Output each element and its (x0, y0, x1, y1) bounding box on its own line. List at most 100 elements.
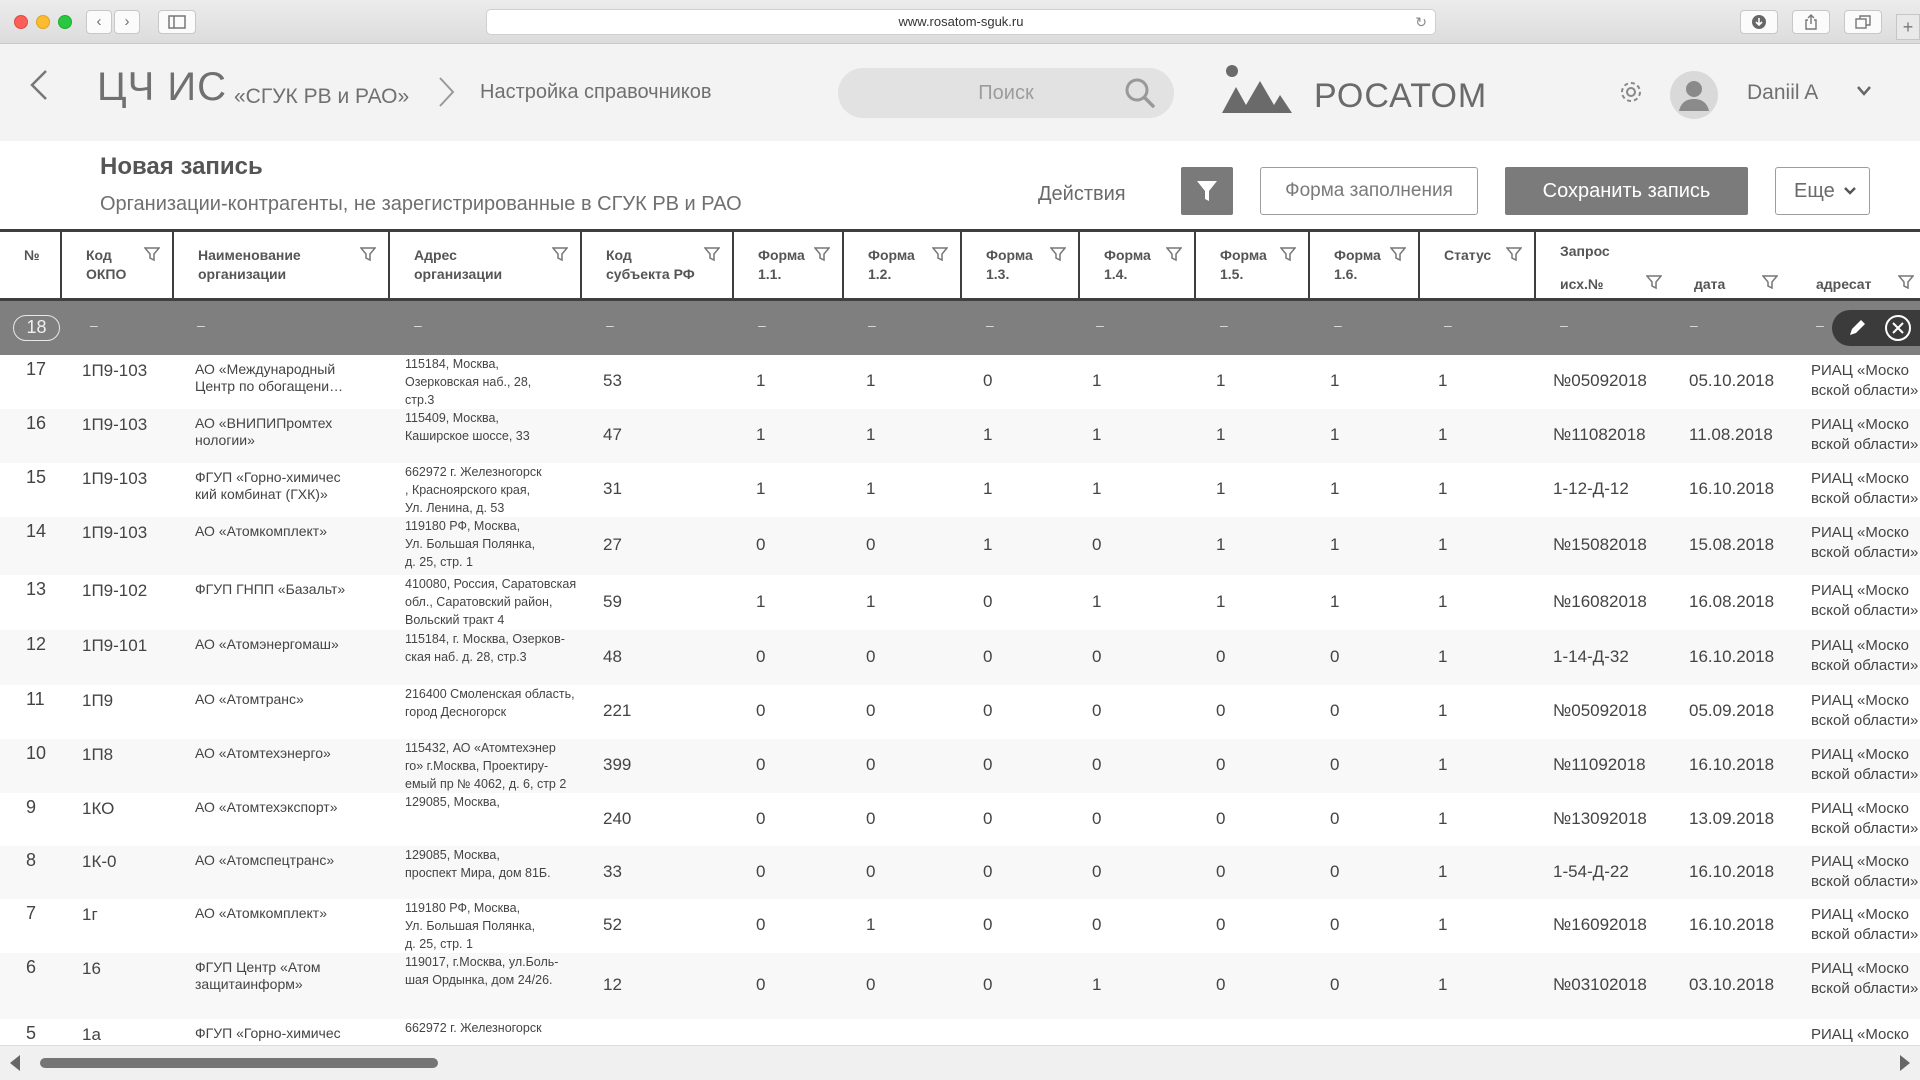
filter-icon[interactable] (1505, 246, 1523, 265)
empty-cell-placeholder[interactable]: – (1096, 317, 1104, 333)
save-record-button[interactable]: Сохранить запись (1505, 167, 1748, 215)
cell-address: 119180 РФ, Москва, Ул. Большая Полянка, д.… (405, 901, 536, 951)
browser-forward-button[interactable]: › (114, 10, 140, 34)
new-tab-button[interactable]: + (1896, 14, 1920, 40)
search-input[interactable]: Поиск (838, 68, 1174, 118)
cell-address: 115409, Москва, Каширское шоссе, 33 (405, 411, 530, 443)
address-bar[interactable]: www.rosatom-sguk.ru ↻ (486, 9, 1436, 35)
reload-icon[interactable]: ↻ (1415, 10, 1427, 34)
empty-cell-placeholder[interactable]: – (1690, 317, 1698, 333)
table-row[interactable]: 13 1П9-102 ФГУП ГНПП «Базальт» 410080, Росс… (0, 575, 1920, 630)
table-row[interactable]: 17 1П9-103 АО «Международный Центр по обога… (0, 355, 1920, 409)
empty-cell-placeholder[interactable]: – (1816, 317, 1824, 333)
table-row[interactable]: 15 1П9-103 ФГУП «Горно-химичес кий комбинат… (0, 463, 1920, 517)
zoom-window-button[interactable] (58, 15, 72, 29)
record-toolbar: Новая запись Организации-контрагенты, не… (0, 141, 1920, 229)
fill-form-button[interactable]: Форма заполнения (1260, 167, 1478, 215)
col-subject-code-label: Код субъекта РФ (606, 247, 695, 282)
avatar[interactable] (1670, 71, 1718, 119)
actions-menu[interactable]: Действия (1038, 183, 1126, 206)
new-record-row[interactable]: 18 – – – – – – – – – – – – – – (0, 301, 1920, 355)
close-icon[interactable] (1884, 314, 1912, 342)
cell-form-value: 0 (866, 755, 876, 774)
cell-address: 115432, АО «Атомтехэнер го» г.Москва, Про… (405, 741, 567, 791)
empty-cell-placeholder[interactable]: – (606, 317, 614, 333)
empty-cell-placeholder[interactable]: – (90, 317, 98, 333)
table-row[interactable]: 9 1КО АО «Атомтехэкспорт» 129085, Москва, 24… (0, 793, 1920, 846)
cell-form-value: 0 (983, 371, 993, 390)
filter-icon[interactable] (551, 246, 569, 265)
cell-form-value: 1 (756, 479, 766, 498)
sidebar-toggle-button[interactable] (158, 10, 196, 34)
back-button[interactable] (28, 67, 50, 112)
cell-form-value: 0 (1092, 755, 1102, 774)
cell-okpo: 1П9-103 (82, 415, 148, 434)
filter-icon[interactable] (359, 246, 377, 265)
table-row[interactable]: 8 1К-0 АО «Атомспецтранс» 129085, Москва, пр… (0, 846, 1920, 899)
filter-icon[interactable] (143, 246, 161, 265)
chevron-down-icon[interactable] (1856, 85, 1872, 97)
table-row[interactable]: 5 1а ФГУП «Горно-химичес 662972 г. Железног… (0, 1019, 1920, 1045)
gear-icon[interactable] (1618, 79, 1644, 105)
cell-okpo: 1П9 (82, 691, 114, 710)
col-form-1-4-label: Форма 1.4. (1104, 247, 1151, 282)
table-row[interactable]: 6 16 ФГУП Центр «Атом защитаинформ» 119017, … (0, 953, 1920, 1019)
filter-icon[interactable] (813, 246, 831, 265)
col-form-1-2-header: Форма 1.2. (842, 232, 960, 298)
filter-icon[interactable] (703, 246, 721, 265)
cell-request-date: 11.08.2018 (1689, 425, 1773, 444)
scroll-right-icon[interactable] (1898, 1053, 1912, 1073)
col-form-1-3-label: Форма 1.3. (986, 247, 1033, 282)
cell-form-value: 0 (1330, 915, 1340, 934)
table-row[interactable]: 7 1г АО «Атомкомплект» 119180 РФ, Москва, Ул… (0, 899, 1920, 953)
user-name[interactable]: Daniil A (1747, 81, 1818, 105)
empty-cell-placeholder[interactable]: – (1444, 317, 1452, 333)
breadcrumb[interactable]: Настройка справочников (480, 81, 712, 104)
empty-cell-placeholder[interactable]: – (1560, 317, 1568, 333)
more-button[interactable]: Еще (1775, 167, 1870, 215)
empty-cell-placeholder[interactable]: – (414, 317, 422, 333)
filter-icon[interactable] (1897, 274, 1915, 293)
table-row[interactable]: 10 1П8 АО «Атомтехэнерго» 115432, АО «Атомт… (0, 739, 1920, 793)
browser-toolbar: ‹ › www.rosatom-sguk.ru ↻ + (0, 0, 1920, 44)
cell-form-value: 1 (1330, 479, 1340, 498)
filter-icon[interactable] (1165, 246, 1183, 265)
filter-icon[interactable] (1049, 246, 1067, 265)
table-row[interactable]: 12 1П9-101 АО «Атомэнергомаш» 115184, г. Мо… (0, 630, 1920, 685)
row-controls (1832, 310, 1920, 346)
col-form-1-4-header: Форма 1.4. (1078, 232, 1194, 298)
search-icon[interactable] (1124, 77, 1156, 109)
filter-icon[interactable] (1645, 274, 1663, 293)
browser-back-button[interactable]: ‹ (86, 10, 112, 34)
scrollbar-thumb[interactable] (40, 1058, 438, 1068)
cell-form-value: 0 (1216, 647, 1226, 666)
empty-cell-placeholder[interactable]: – (986, 317, 994, 333)
filter-button[interactable] (1181, 167, 1233, 215)
close-window-button[interactable] (14, 15, 28, 29)
table-row[interactable]: 16 1П9-103 АО «ВНИПИПромтех нологии» 115409,… (0, 409, 1920, 463)
empty-cell-placeholder[interactable]: – (868, 317, 876, 333)
empty-cell-placeholder[interactable]: – (1334, 317, 1342, 333)
cell-form-value: 0 (1092, 809, 1102, 828)
minimize-window-button[interactable] (36, 15, 50, 29)
empty-cell-placeholder[interactable]: – (1220, 317, 1228, 333)
filter-icon[interactable] (931, 246, 949, 265)
empty-cell-placeholder[interactable]: – (758, 317, 766, 333)
scroll-left-icon[interactable] (8, 1053, 22, 1073)
cell-request-addressee: РИАЦ «Моско вской области» (1811, 960, 1919, 997)
downloads-button[interactable] (1740, 10, 1778, 34)
cell-request-addressee: РИАЦ «Моско (1811, 1026, 1909, 1043)
table-row[interactable]: 14 1П9-103 АО «Атомкомплект» 119180 РФ, Мос… (0, 517, 1920, 575)
tabs-overview-button[interactable] (1844, 10, 1882, 34)
pencil-icon[interactable] (1846, 317, 1868, 339)
filter-icon[interactable] (1279, 246, 1297, 265)
more-button-label: Еще (1794, 180, 1835, 202)
filter-icon[interactable] (1389, 246, 1407, 265)
cell-form-value: 1 (756, 592, 766, 611)
filter-icon[interactable] (1761, 274, 1779, 293)
col-form-1-6-header: Форма 1.6. (1308, 232, 1418, 298)
share-button[interactable] (1792, 10, 1830, 34)
empty-cell-placeholder[interactable]: – (197, 317, 205, 333)
horizontal-scrollbar[interactable] (0, 1045, 1920, 1080)
table-row[interactable]: 11 1П9 АО «Атомтранс» 216400 Смоленская обл… (0, 685, 1920, 739)
